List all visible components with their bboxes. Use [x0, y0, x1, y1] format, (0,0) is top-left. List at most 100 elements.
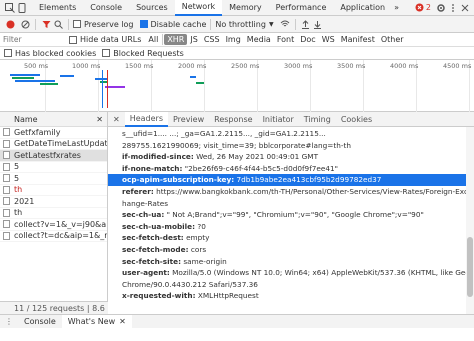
- tab-label: Sources: [136, 3, 168, 12]
- filter-icon[interactable]: [40, 18, 52, 30]
- filter-type-ws[interactable]: WS: [319, 34, 338, 45]
- selected-header-row[interactable]: ocp-apim-subscription-key: 7db1b9abe2ea4…: [108, 174, 474, 186]
- drawer-menu-icon[interactable]: ⋮: [0, 317, 18, 326]
- request-row[interactable]: 5: [0, 173, 107, 185]
- filter-type-all[interactable]: All: [145, 34, 161, 45]
- drawer-tab-console[interactable]: Console: [18, 315, 62, 329]
- export-har-icon[interactable]: [312, 18, 324, 30]
- header-row[interactable]: if-none-match: "2be26f69-c46f-4f44-b5c5-…: [122, 163, 468, 175]
- tab-label: Elements: [39, 3, 77, 12]
- tab-performance[interactable]: Performance: [269, 0, 334, 16]
- request-row[interactable]: 2021: [0, 196, 107, 208]
- tab-elements[interactable]: Elements: [32, 0, 83, 16]
- clear-icon[interactable]: [19, 18, 31, 30]
- drawer-tab-whats-new[interactable]: What's New ✕: [61, 314, 132, 329]
- request-row[interactable]: GetDateTimeLastUpdate: [0, 139, 107, 150]
- close-detail-icon[interactable]: ✕: [108, 115, 125, 124]
- filter-input[interactable]: [3, 34, 67, 45]
- request-row[interactable]: 5: [0, 162, 107, 173]
- header-row[interactable]: Chrome/90.0.4430.212 Safari/537.36: [122, 279, 468, 291]
- has-blocked-cookies-checkbox[interactable]: [4, 49, 12, 57]
- detail-tab-label: Response: [214, 114, 253, 124]
- request-row[interactable]: collect?t=dc&aip=1&_r=3&: [0, 231, 107, 242]
- request-row[interactable]: collect?v=1&_v=j90&a: [0, 219, 107, 231]
- tab-cookies[interactable]: Cookies: [336, 112, 377, 127]
- filter-type-label: CSS: [203, 35, 220, 44]
- request-list: Name ✕ Getfxfamily GetDateTimeLastUpdate G…: [0, 112, 108, 314]
- hide-data-urls-checkbox[interactable]: [69, 35, 77, 44]
- tab-response[interactable]: Response: [209, 112, 257, 127]
- tab-console[interactable]: Console: [83, 0, 129, 16]
- request-name: collect?v=1&_v=j90&a: [14, 219, 107, 229]
- import-har-icon[interactable]: [300, 18, 312, 30]
- disable-cache-checkbox[interactable]: [139, 20, 148, 28]
- header-row[interactable]: sec-fetch-mode: cors: [122, 244, 468, 256]
- filter-type-label: WS: [321, 35, 335, 44]
- header-row[interactable]: sec-fetch-dest: empty: [122, 232, 468, 244]
- timeline-tick-label: 1500 ms: [125, 62, 154, 70]
- tab-label: Application: [340, 3, 386, 12]
- filter-type-xhr[interactable]: XHR: [164, 34, 188, 45]
- timeline-tick-label: 3500 ms: [337, 62, 366, 70]
- header-row[interactable]: hange-Rates: [122, 198, 468, 210]
- tab-application[interactable]: Application: [333, 0, 392, 16]
- more-tabs-button[interactable]: »: [394, 3, 399, 12]
- header-row[interactable]: 289755.1621990069; visit_time=39; bblcor…: [122, 140, 468, 152]
- timeline-request-bar: [12, 77, 34, 79]
- filter-type-css[interactable]: CSS: [201, 34, 223, 45]
- tab-initiator[interactable]: Initiator: [258, 112, 299, 127]
- record-icon[interactable]: [4, 18, 16, 30]
- more-options-icon[interactable]: [447, 2, 459, 14]
- search-icon[interactable]: [52, 18, 64, 30]
- device-toolbar-icon[interactable]: [16, 2, 28, 14]
- filter-type-other[interactable]: Other: [378, 34, 407, 45]
- request-name: 5: [14, 162, 20, 172]
- wifi-icon[interactable]: [279, 18, 291, 30]
- blocked-requests-checkbox[interactable]: [102, 49, 111, 57]
- tab-timing[interactable]: Timing: [299, 112, 336, 127]
- filter-type-label: XHR: [167, 35, 185, 44]
- settings-gear-icon[interactable]: [435, 2, 447, 14]
- detail-tab-label: Preview: [173, 114, 205, 124]
- filter-type-manifest[interactable]: Manifest: [338, 34, 378, 45]
- request-row[interactable]: GetLatestfxrates: [0, 150, 107, 162]
- request-name: GetLatestfxrates: [14, 150, 81, 160]
- tab-sources[interactable]: Sources: [129, 0, 175, 16]
- name-column-header[interactable]: Name: [14, 115, 38, 124]
- close-devtools-icon[interactable]: [459, 2, 471, 14]
- request-row[interactable]: th: [0, 185, 107, 196]
- header-key: sec-fetch-mode:: [122, 244, 189, 254]
- filter-type-font[interactable]: Font: [274, 34, 297, 45]
- filter-type-img[interactable]: Img: [223, 34, 244, 45]
- header-row[interactable]: sec-ch-ua: " Not A;Brand";v="99", "Chrom…: [122, 209, 468, 221]
- tab-memory[interactable]: Memory: [222, 0, 269, 16]
- filter-type-media[interactable]: Media: [244, 34, 274, 45]
- close-icon[interactable]: ✕: [96, 115, 103, 124]
- throttling-select[interactable]: No throttling ▼: [215, 20, 273, 29]
- header-row[interactable]: user-agent: Mozilla/5.0 (Windows NT 10.0…: [122, 267, 468, 279]
- vertical-scrollbar[interactable]: [466, 127, 474, 314]
- header-value: empty: [186, 233, 210, 243]
- header-row[interactable]: x-requested-with: XMLHttpRequest: [122, 290, 468, 302]
- disable-cache-label: Disable cache: [150, 19, 207, 29]
- header-row[interactable]: s__ufid=1.... ...; _ga=GA1.2.2115..., _g…: [122, 128, 468, 140]
- error-indicator[interactable]: 2: [414, 2, 431, 14]
- scrollbar-thumb[interactable]: [467, 237, 473, 297]
- filter-type-doc[interactable]: Doc: [297, 34, 318, 45]
- header-row[interactable]: sec-fetch-site: same-origin: [122, 256, 468, 268]
- preserve-log-checkbox[interactable]: [73, 20, 81, 28]
- tab-network[interactable]: Network: [174, 0, 223, 16]
- header-row[interactable]: referer: https://www.bangkokbank.com/th-…: [122, 186, 468, 198]
- timeline-overview[interactable]: 500 ms 1000 ms 1500 ms 2000 ms 2500 ms 3…: [0, 60, 474, 112]
- request-row[interactable]: Getfxfamily: [0, 127, 107, 139]
- file-icon: [3, 231, 10, 240]
- request-row[interactable]: th: [0, 208, 107, 219]
- tab-preview[interactable]: Preview: [168, 112, 209, 127]
- header-row[interactable]: sec-ch-ua-mobile: ?0: [122, 221, 468, 233]
- inspect-element-icon[interactable]: [4, 2, 16, 14]
- header-row[interactable]: if-modified-since: Wed, 26 May 2021 00:4…: [122, 151, 468, 163]
- has-blocked-cookies-label: Has blocked cookies: [15, 48, 97, 58]
- close-icon[interactable]: ✕: [119, 317, 126, 326]
- tab-headers[interactable]: Headers: [124, 111, 168, 127]
- filter-type-js[interactable]: JS: [187, 34, 200, 45]
